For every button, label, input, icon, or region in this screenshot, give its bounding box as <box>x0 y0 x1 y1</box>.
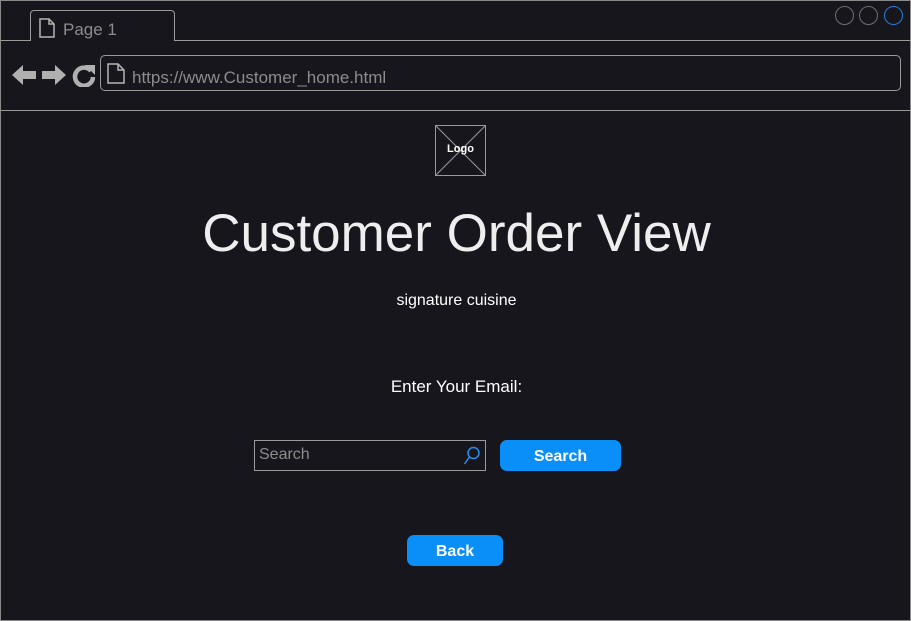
search-button[interactable]: Search <box>500 440 621 471</box>
logo-label: Logo <box>447 143 474 155</box>
logo: Logo <box>435 125 486 176</box>
forward-arrow-icon[interactable] <box>41 63 67 87</box>
reload-icon[interactable] <box>72 63 96 87</box>
page-subtitle: signature cuisine <box>396 292 517 309</box>
search-input[interactable] <box>259 446 459 464</box>
navbar-border <box>1 110 910 111</box>
browser-window: Page 1 https://www.Customer_home.html Lo… <box>0 0 911 621</box>
tab-gap <box>31 40 174 42</box>
search-icon[interactable] <box>463 446 481 466</box>
url-text: https://www.Customer_home.html <box>132 68 387 87</box>
back-arrow-icon[interactable] <box>11 63 37 87</box>
window-button-maximize[interactable] <box>859 6 878 25</box>
search-field[interactable] <box>254 440 486 471</box>
page-title: Customer Order View <box>202 204 711 263</box>
tab-label: Page 1 <box>63 20 117 39</box>
document-icon <box>107 63 125 84</box>
tab-page-1[interactable]: Page 1 <box>30 10 175 41</box>
address-bar[interactable]: https://www.Customer_home.html <box>100 55 901 91</box>
back-button[interactable]: Back <box>407 535 503 566</box>
window-button-minimize[interactable] <box>835 6 854 25</box>
email-label: Enter Your Email: <box>390 377 523 396</box>
document-icon <box>39 18 55 38</box>
window-button-close[interactable] <box>884 6 903 25</box>
